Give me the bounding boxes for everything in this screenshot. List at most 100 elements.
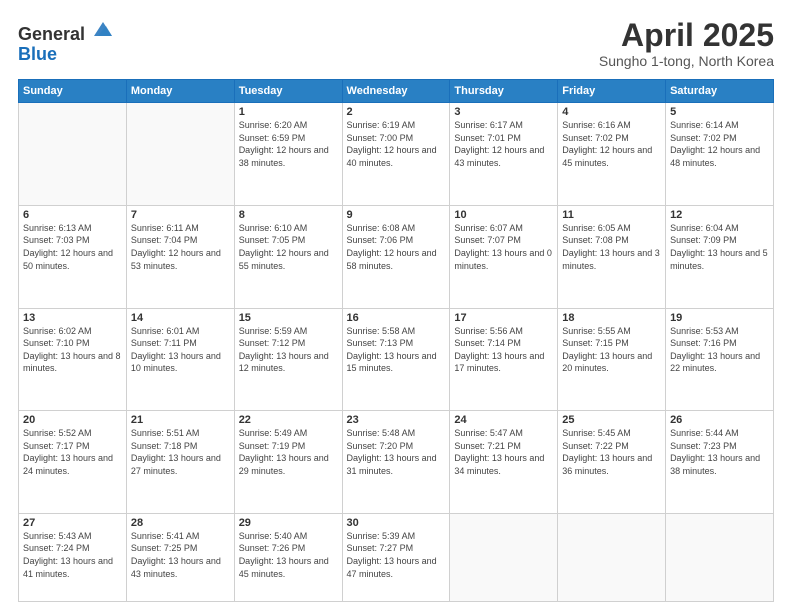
day-number: 17: [454, 312, 553, 324]
day-number: 3: [454, 106, 553, 118]
day-number: 1: [239, 106, 338, 118]
day-number: 5: [670, 106, 769, 118]
calendar-row-1: 1 Sunrise: 6:20 AMSunset: 6:59 PMDayligh…: [19, 103, 774, 206]
day-detail: Sunrise: 5:39 AMSunset: 7:27 PMDaylight:…: [347, 531, 437, 579]
day-detail: Sunrise: 5:58 AMSunset: 7:13 PMDaylight:…: [347, 326, 437, 374]
calendar-row-5: 27 Sunrise: 5:43 AMSunset: 7:24 PMDaylig…: [19, 513, 774, 601]
calendar-cell-3: 2 Sunrise: 6:19 AMSunset: 7:00 PMDayligh…: [342, 103, 450, 206]
calendar-cell-9: 8 Sunrise: 6:10 AMSunset: 7:05 PMDayligh…: [234, 205, 342, 308]
weekday-header-row: Sunday Monday Tuesday Wednesday Thursday…: [19, 80, 774, 103]
day-number: 6: [23, 209, 122, 221]
day-detail: Sunrise: 6:05 AMSunset: 7:08 PMDaylight:…: [562, 223, 660, 271]
calendar-cell-33: [558, 513, 666, 601]
day-number: 16: [347, 312, 446, 324]
day-detail: Sunrise: 6:11 AMSunset: 7:04 PMDaylight:…: [131, 223, 221, 271]
calendar-cell-31: 30 Sunrise: 5:39 AMSunset: 7:27 PMDaylig…: [342, 513, 450, 601]
day-detail: Sunrise: 6:20 AMSunset: 6:59 PMDaylight:…: [239, 120, 329, 168]
logo-blue: Blue: [18, 44, 57, 64]
day-detail: Sunrise: 5:55 AMSunset: 7:15 PMDaylight:…: [562, 326, 652, 374]
col-tuesday: Tuesday: [234, 80, 342, 103]
calendar-cell-17: 16 Sunrise: 5:58 AMSunset: 7:13 PMDaylig…: [342, 308, 450, 411]
logo-text: General Blue: [18, 18, 114, 65]
calendar-cell-7: 6 Sunrise: 6:13 AMSunset: 7:03 PMDayligh…: [19, 205, 127, 308]
day-number: 4: [562, 106, 661, 118]
logo: General Blue: [18, 18, 114, 65]
day-detail: Sunrise: 5:47 AMSunset: 7:21 PMDaylight:…: [454, 428, 544, 476]
day-detail: Sunrise: 6:13 AMSunset: 7:03 PMDaylight:…: [23, 223, 113, 271]
col-thursday: Thursday: [450, 80, 558, 103]
day-detail: Sunrise: 5:40 AMSunset: 7:26 PMDaylight:…: [239, 531, 329, 579]
day-number: 18: [562, 312, 661, 324]
day-detail: Sunrise: 6:02 AMSunset: 7:10 PMDaylight:…: [23, 326, 121, 374]
day-detail: Sunrise: 6:01 AMSunset: 7:11 PMDaylight:…: [131, 326, 221, 374]
day-detail: Sunrise: 5:48 AMSunset: 7:20 PMDaylight:…: [347, 428, 437, 476]
calendar-row-2: 6 Sunrise: 6:13 AMSunset: 7:03 PMDayligh…: [19, 205, 774, 308]
col-saturday: Saturday: [666, 80, 774, 103]
title-section: April 2025 Sungho 1-tong, North Korea: [599, 18, 774, 69]
calendar-cell-25: 24 Sunrise: 5:47 AMSunset: 7:21 PMDaylig…: [450, 411, 558, 514]
day-detail: Sunrise: 6:08 AMSunset: 7:06 PMDaylight:…: [347, 223, 437, 271]
day-number: 23: [347, 414, 446, 426]
calendar-cell-10: 9 Sunrise: 6:08 AMSunset: 7:06 PMDayligh…: [342, 205, 450, 308]
day-detail: Sunrise: 5:49 AMSunset: 7:19 PMDaylight:…: [239, 428, 329, 476]
day-detail: Sunrise: 5:44 AMSunset: 7:23 PMDaylight:…: [670, 428, 760, 476]
calendar-cell-11: 10 Sunrise: 6:07 AMSunset: 7:07 PMDaylig…: [450, 205, 558, 308]
day-number: 19: [670, 312, 769, 324]
day-detail: Sunrise: 5:41 AMSunset: 7:25 PMDaylight:…: [131, 531, 221, 579]
calendar-cell-1: [126, 103, 234, 206]
calendar-cell-29: 28 Sunrise: 5:41 AMSunset: 7:25 PMDaylig…: [126, 513, 234, 601]
calendar-cell-4: 3 Sunrise: 6:17 AMSunset: 7:01 PMDayligh…: [450, 103, 558, 206]
calendar-cell-24: 23 Sunrise: 5:48 AMSunset: 7:20 PMDaylig…: [342, 411, 450, 514]
day-detail: Sunrise: 5:45 AMSunset: 7:22 PMDaylight:…: [562, 428, 652, 476]
day-detail: Sunrise: 5:43 AMSunset: 7:24 PMDaylight:…: [23, 531, 113, 579]
calendar-cell-14: 13 Sunrise: 6:02 AMSunset: 7:10 PMDaylig…: [19, 308, 127, 411]
logo-icon: [92, 18, 114, 40]
col-wednesday: Wednesday: [342, 80, 450, 103]
day-number: 20: [23, 414, 122, 426]
calendar-table: Sunday Monday Tuesday Wednesday Thursday…: [18, 79, 774, 602]
calendar-row-3: 13 Sunrise: 6:02 AMSunset: 7:10 PMDaylig…: [19, 308, 774, 411]
calendar-cell-6: 5 Sunrise: 6:14 AMSunset: 7:02 PMDayligh…: [666, 103, 774, 206]
calendar-cell-20: 19 Sunrise: 5:53 AMSunset: 7:16 PMDaylig…: [666, 308, 774, 411]
day-detail: Sunrise: 5:53 AMSunset: 7:16 PMDaylight:…: [670, 326, 760, 374]
day-number: 8: [239, 209, 338, 221]
calendar-cell-23: 22 Sunrise: 5:49 AMSunset: 7:19 PMDaylig…: [234, 411, 342, 514]
calendar-cell-12: 11 Sunrise: 6:05 AMSunset: 7:08 PMDaylig…: [558, 205, 666, 308]
day-number: 7: [131, 209, 230, 221]
calendar-cell-28: 27 Sunrise: 5:43 AMSunset: 7:24 PMDaylig…: [19, 513, 127, 601]
header: General Blue April 2025 Sungho 1-tong, N…: [18, 18, 774, 69]
calendar-cell-2: 1 Sunrise: 6:20 AMSunset: 6:59 PMDayligh…: [234, 103, 342, 206]
day-detail: Sunrise: 5:56 AMSunset: 7:14 PMDaylight:…: [454, 326, 544, 374]
day-number: 27: [23, 517, 122, 529]
day-number: 2: [347, 106, 446, 118]
day-detail: Sunrise: 6:16 AMSunset: 7:02 PMDaylight:…: [562, 120, 652, 168]
logo-general: General: [18, 24, 85, 44]
month-title: April 2025: [599, 18, 774, 53]
day-detail: Sunrise: 5:51 AMSunset: 7:18 PMDaylight:…: [131, 428, 221, 476]
day-number: 24: [454, 414, 553, 426]
calendar-cell-8: 7 Sunrise: 6:11 AMSunset: 7:04 PMDayligh…: [126, 205, 234, 308]
calendar-cell-15: 14 Sunrise: 6:01 AMSunset: 7:11 PMDaylig…: [126, 308, 234, 411]
calendar-row-4: 20 Sunrise: 5:52 AMSunset: 7:17 PMDaylig…: [19, 411, 774, 514]
day-number: 22: [239, 414, 338, 426]
calendar-cell-21: 20 Sunrise: 5:52 AMSunset: 7:17 PMDaylig…: [19, 411, 127, 514]
day-number: 15: [239, 312, 338, 324]
col-monday: Monday: [126, 80, 234, 103]
day-number: 30: [347, 517, 446, 529]
calendar-cell-26: 25 Sunrise: 5:45 AMSunset: 7:22 PMDaylig…: [558, 411, 666, 514]
day-detail: Sunrise: 6:04 AMSunset: 7:09 PMDaylight:…: [670, 223, 768, 271]
calendar-cell-18: 17 Sunrise: 5:56 AMSunset: 7:14 PMDaylig…: [450, 308, 558, 411]
col-sunday: Sunday: [19, 80, 127, 103]
day-number: 9: [347, 209, 446, 221]
calendar-cell-0: [19, 103, 127, 206]
calendar-cell-19: 18 Sunrise: 5:55 AMSunset: 7:15 PMDaylig…: [558, 308, 666, 411]
calendar-cell-27: 26 Sunrise: 5:44 AMSunset: 7:23 PMDaylig…: [666, 411, 774, 514]
calendar-cell-34: [666, 513, 774, 601]
day-number: 29: [239, 517, 338, 529]
day-number: 21: [131, 414, 230, 426]
day-detail: Sunrise: 6:17 AMSunset: 7:01 PMDaylight:…: [454, 120, 544, 168]
page: General Blue April 2025 Sungho 1-tong, N…: [0, 0, 792, 612]
day-detail: Sunrise: 6:10 AMSunset: 7:05 PMDaylight:…: [239, 223, 329, 271]
day-number: 25: [562, 414, 661, 426]
calendar-cell-32: [450, 513, 558, 601]
